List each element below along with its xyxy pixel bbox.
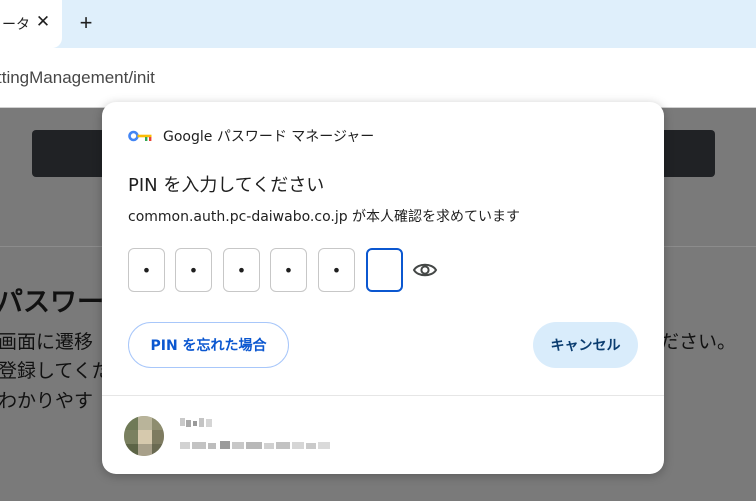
account-name-redacted	[180, 418, 212, 427]
google-key-icon	[128, 130, 152, 142]
brand-title: Google パスワード マネージャー	[163, 129, 375, 145]
pin-digit-6[interactable]	[366, 248, 403, 292]
address-bar[interactable]: ttingManagement/init	[0, 48, 756, 108]
avatar	[124, 416, 164, 456]
cancel-button[interactable]: キャンセル	[533, 322, 638, 368]
active-tab[interactable]: ータ ✕	[0, 0, 62, 48]
account-email-redacted	[180, 441, 330, 449]
brand-row: Google パスワード マネージャー	[128, 126, 374, 146]
dialog-title: PIN を入力してください	[128, 175, 325, 196]
page-text-line: わかりやす	[0, 390, 94, 412]
dialog-description: common.auth.pc-daiwabo.co.jp が本人確認を求めていま…	[128, 209, 521, 225]
account-row	[102, 396, 664, 474]
pin-digit-5[interactable]: •	[318, 248, 355, 292]
tab-title: ータ	[2, 17, 30, 33]
url-text[interactable]: ttingManagement/init	[0, 68, 155, 88]
pin-digit-1[interactable]: •	[128, 248, 165, 292]
close-icon[interactable]: ✕	[34, 10, 52, 34]
tab-strip: ータ ✕ +	[0, 0, 756, 48]
eye-icon[interactable]	[412, 258, 438, 282]
pin-digit-4[interactable]: •	[270, 248, 307, 292]
pin-dialog: Google パスワード マネージャー PIN を入力してください common…	[102, 102, 664, 474]
page-text-line-right: ださい。	[660, 331, 737, 353]
new-tab-button[interactable]: +	[74, 8, 98, 38]
page-text-line: 登録してくだ	[0, 360, 111, 382]
pin-digit-3[interactable]: •	[223, 248, 260, 292]
page-text-line: 画面に遷移	[0, 331, 94, 353]
forgot-pin-button[interactable]: PIN を忘れた場合	[128, 322, 289, 368]
page-heading: パスワー	[0, 287, 104, 318]
pin-digit-2[interactable]: •	[175, 248, 212, 292]
